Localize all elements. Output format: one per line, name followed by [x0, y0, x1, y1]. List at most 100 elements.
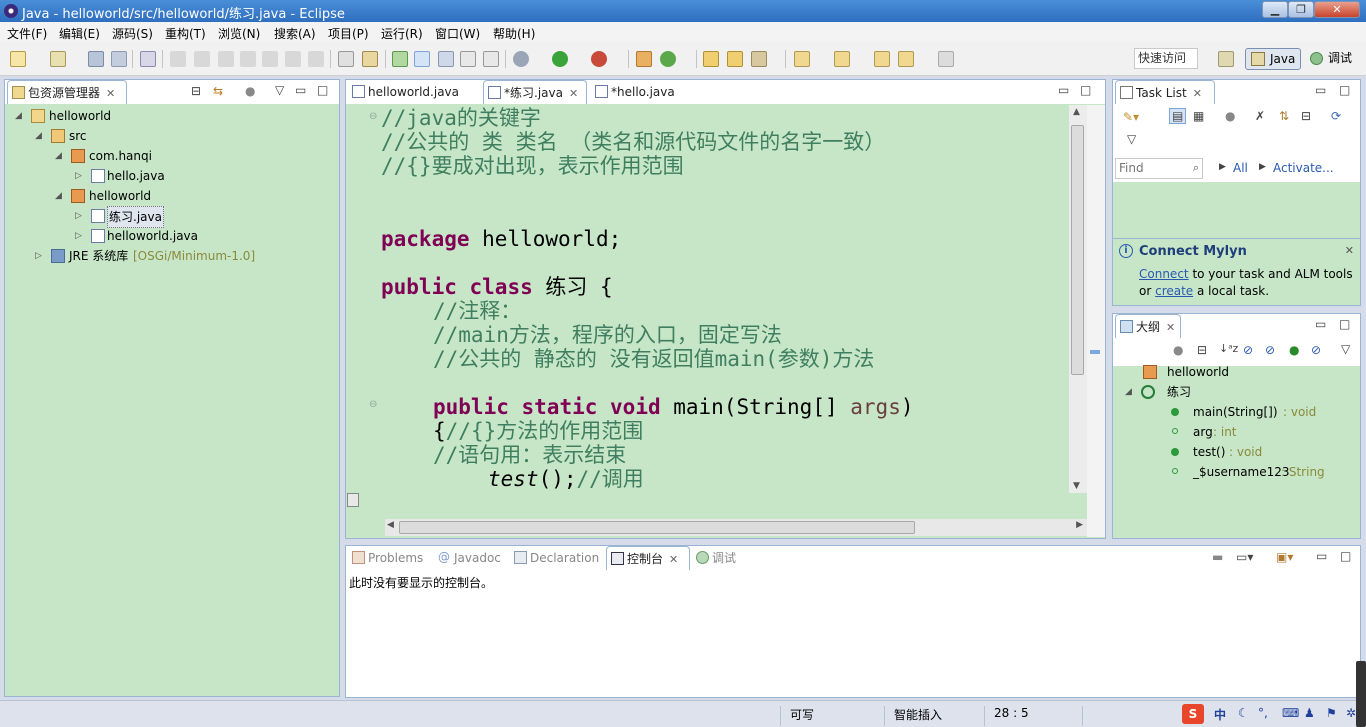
hide-nonpublic-icon[interactable]: ● [1289, 343, 1299, 357]
next-annotation-icon[interactable] [794, 51, 810, 67]
maximize-view-icon[interactable]: □ [1339, 83, 1350, 97]
whitespace-icon[interactable] [483, 51, 499, 67]
hide-static-icon[interactable]: ⊘ [1265, 343, 1275, 357]
terminate-icon[interactable] [218, 51, 234, 67]
maximize-view-icon[interactable]: □ [317, 83, 328, 97]
new-icon[interactable] [10, 51, 26, 67]
tab-console[interactable]: 控制台 ✕ [606, 546, 690, 570]
tab-package-explorer[interactable]: 包资源管理器 ✕ [7, 80, 127, 104]
open-folder-icon[interactable] [727, 51, 743, 67]
find-field[interactable]: ⌕ [1115, 158, 1203, 179]
save-all-icon[interactable] [111, 51, 127, 67]
minimize-view-icon[interactable]: ▭ [295, 83, 306, 97]
search-icon[interactable]: ⌕ [1193, 161, 1199, 175]
menu-search[interactable]: 搜索(A) [274, 25, 316, 42]
keyboard-icon[interactable]: ⌨ [1282, 706, 1299, 720]
open-project-icon[interactable] [703, 51, 719, 67]
minimize-view-icon[interactable]: ▭ [1058, 83, 1069, 97]
maximize-button[interactable]: ❐ [1288, 1, 1314, 18]
maximize-view-icon[interactable]: □ [1339, 317, 1350, 331]
maximize-view-icon[interactable]: □ [1080, 83, 1091, 97]
close-tab-icon[interactable]: ✕ [1193, 82, 1202, 106]
user-icon[interactable]: ♟ [1304, 706, 1315, 720]
hide-local-types-icon[interactable]: ⊘ [1311, 343, 1321, 357]
code-editor[interactable]: ⊖ ⊖ //java的关键字 //公共的 类 类名 （类名和源代码文件的名字一致… [347, 105, 1087, 537]
highlight-icon[interactable] [414, 51, 430, 67]
collapse-all-icon[interactable]: ⊟ [1197, 343, 1207, 357]
tab-task-list[interactable]: Task List ✕ [1115, 80, 1215, 104]
menu-source[interactable]: 源码(S) [112, 25, 153, 42]
new-task-icon[interactable]: ✎▾ [1123, 110, 1139, 124]
scroll-left-icon[interactable]: ◀ [387, 520, 394, 530]
open-type-icon[interactable] [362, 51, 378, 67]
overview-ruler[interactable] [1087, 105, 1105, 537]
close-tab-icon[interactable]: ✕ [106, 82, 115, 106]
new-class-icon[interactable] [660, 51, 676, 67]
ime-logo-icon[interactable]: S [1182, 704, 1204, 724]
pin-console-icon[interactable]: ▬ [1212, 550, 1223, 564]
menu-run[interactable]: 运行(R) [381, 25, 423, 42]
minimize-view-icon[interactable]: ▭ [1316, 549, 1327, 563]
categorized-icon[interactable]: ▤ [1169, 108, 1187, 124]
scheduled-icon[interactable]: ▦ [1193, 109, 1204, 123]
sort-icon[interactable]: ↓ᵃz [1219, 342, 1238, 355]
create-link[interactable]: create [1155, 284, 1193, 298]
scroll-up-icon[interactable]: ▲ [1073, 107, 1080, 117]
step-over-icon[interactable] [285, 51, 301, 67]
tab-editor-file[interactable]: *hello.java [591, 80, 687, 104]
menu-help[interactable]: 帮助(H) [493, 25, 535, 42]
connect-link[interactable]: Connect [1139, 267, 1189, 281]
hide-fields-icon[interactable]: ⊘ [1243, 343, 1253, 357]
close-tab-icon[interactable]: ✕ [1166, 316, 1175, 340]
skip-breakpoints-icon[interactable] [140, 51, 156, 67]
prev-annotation-icon[interactable] [834, 51, 850, 67]
tab-problems[interactable]: Problems [348, 546, 432, 570]
horizontal-scroll-thumb[interactable] [399, 521, 915, 534]
focus-icon[interactable]: ● [1173, 343, 1183, 357]
horizontal-scrollbar[interactable]: ◀ ▶ [385, 519, 1087, 536]
run-external-icon[interactable] [591, 51, 607, 67]
view-menu-icon[interactable]: ▽ [275, 83, 284, 97]
filters-icon[interactable]: ● [245, 84, 255, 98]
close-button[interactable]: ✕ [1314, 1, 1360, 18]
tab-editor-file-active[interactable]: *练习.java ✕ [483, 80, 587, 104]
hide-completed-icon[interactable]: ✗ [1255, 109, 1265, 123]
quick-access-input[interactable]: 快速访问 [1134, 48, 1198, 69]
tab-debug[interactable]: 调试 [692, 546, 744, 570]
block-selection-icon[interactable] [460, 51, 476, 67]
find-input[interactable] [1119, 161, 1181, 175]
new-java-icon[interactable] [50, 51, 66, 67]
minimize-view-icon[interactable]: ▭ [1315, 317, 1326, 331]
menu-refactor[interactable]: 重构(T) [165, 25, 206, 42]
new-package-icon[interactable] [636, 51, 652, 67]
view-menu-icon[interactable]: ▽ [1127, 132, 1136, 146]
debug-icon[interactable] [513, 51, 529, 67]
run-icon[interactable] [552, 51, 568, 67]
fold-toggle-icon[interactable]: ⊖ [369, 111, 377, 122]
suspend-icon[interactable] [194, 51, 210, 67]
collapse-all-icon[interactable]: ⊟ [191, 84, 201, 98]
view-menu-icon[interactable]: ▽ [1341, 342, 1350, 356]
console-icon[interactable] [338, 51, 354, 67]
open-perspective-icon[interactable] [1218, 51, 1234, 67]
display-console-icon[interactable]: ▭▾ [1236, 550, 1253, 564]
resume-icon[interactable] [170, 51, 186, 67]
menu-window[interactable]: 窗口(W) [435, 25, 480, 42]
tab-declaration[interactable]: Declaration [510, 546, 604, 570]
close-tab-icon[interactable]: ✕ [569, 82, 578, 106]
step-return-icon[interactable] [308, 51, 324, 67]
perspective-java-button[interactable]: Java [1245, 48, 1301, 70]
moon-icon[interactable]: ☾ [1238, 706, 1249, 720]
scroll-right-icon[interactable]: ▶ [1076, 520, 1083, 530]
scroll-down-icon[interactable]: ▼ [1073, 481, 1080, 491]
settings-icon[interactable]: ✲ [1346, 706, 1356, 720]
occurrence-marker[interactable] [1090, 350, 1100, 354]
menu-file[interactable]: 文件(F) [7, 25, 47, 42]
minimize-view-icon[interactable]: ▭ [1315, 83, 1326, 97]
open-console-icon[interactable]: ▣▾ [1276, 550, 1293, 564]
link-icon[interactable]: ⟳ [1331, 109, 1341, 123]
shirt-icon[interactable]: ⚑ [1326, 706, 1337, 720]
disconnect-icon[interactable] [240, 51, 256, 67]
minimize-button[interactable]: ▁ [1262, 1, 1288, 18]
save-icon[interactable] [88, 51, 104, 67]
